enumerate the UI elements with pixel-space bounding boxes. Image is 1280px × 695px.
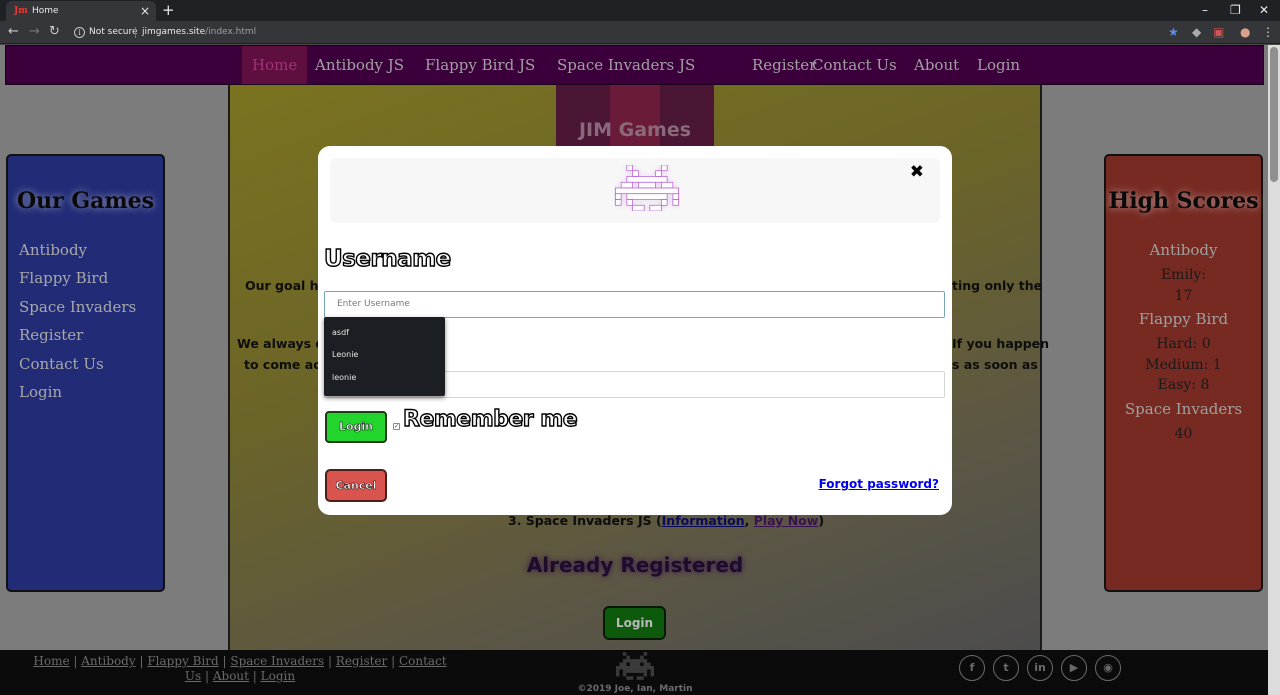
- facebook-icon[interactable]: f: [959, 655, 985, 681]
- site-logo: JIM Games: [556, 85, 714, 147]
- footer-link-register[interactable]: Register: [336, 654, 387, 668]
- nav-antibody-js[interactable]: Antibody JS: [305, 46, 414, 84]
- divider: [135, 27, 136, 38]
- our-games-sidebar: Our Games Antibody Flappy Bird Space Inv…: [6, 154, 165, 592]
- always-text-right: If you happen: [952, 336, 1050, 351]
- back-icon[interactable]: ←: [8, 24, 19, 40]
- new-tab-icon[interactable]: +: [162, 2, 175, 18]
- score-antibody-name: Emily:: [1160, 267, 1207, 283]
- security-status[interactable]: Not secure: [89, 26, 138, 38]
- main-navbar: Home Antibody JS Flappy Bird JS Space In…: [5, 45, 1264, 85]
- invaders-line-suffix: ): [818, 513, 825, 528]
- close-window-icon[interactable]: ✕: [1259, 2, 1269, 18]
- profile-avatar-icon[interactable]: ●: [1240, 25, 1250, 39]
- github-icon[interactable]: ◉: [1095, 655, 1121, 681]
- footer-link-space-invaders[interactable]: Space Invaders: [230, 654, 324, 668]
- sidebar-link-antibody[interactable]: Antibody: [19, 240, 87, 260]
- forward-icon[interactable]: →: [29, 24, 40, 40]
- autocomplete-option[interactable]: asdf: [332, 328, 349, 338]
- nav-flappy-bird-js[interactable]: Flappy Bird JS: [415, 46, 545, 84]
- logo-text: JIM Games: [578, 119, 692, 141]
- login-modal: ✖ Username Enter Username asdf Leonie le…: [318, 146, 952, 515]
- score-invaders-title: Space Invaders: [1124, 400, 1243, 418]
- nav-space-invaders-js[interactable]: Space Invaders JS: [547, 46, 705, 84]
- footer-link-antibody[interactable]: Antibody: [81, 654, 135, 668]
- minimize-icon[interactable]: –: [1202, 2, 1208, 18]
- autocomplete-dropdown: asdf Leonie leonie: [324, 317, 445, 396]
- sidebar-link-space-invaders[interactable]: Space Invaders: [19, 297, 136, 317]
- autocomplete-option[interactable]: Leonie: [332, 350, 358, 360]
- restore-icon[interactable]: ❐: [1230, 2, 1241, 18]
- sidebar-link-contact-us[interactable]: Contact Us: [19, 354, 104, 374]
- browser-toolbar: ← → ↻ i Not secure jimgames.site/index.h…: [0, 21, 1280, 44]
- invaders-information-link[interactable]: Information: [662, 513, 745, 528]
- nav-contact-us[interactable]: Contact Us: [802, 46, 907, 84]
- space-invader-logo-icon: [615, 165, 679, 211]
- reload-icon[interactable]: ↻: [49, 24, 60, 40]
- score-flappy-medium: Medium: 1: [1145, 357, 1222, 373]
- cancel-button[interactable]: Cancel: [325, 469, 387, 502]
- sidebar-link-login[interactable]: Login: [19, 382, 62, 402]
- forgot-password-link[interactable]: Forgot password?: [819, 477, 939, 491]
- twitter-icon[interactable]: t: [993, 655, 1019, 681]
- close-modal-icon[interactable]: ✖: [910, 162, 924, 182]
- remember-me-checkbox[interactable]: ✓: [393, 423, 400, 430]
- our-games-heading: Our Games: [16, 188, 155, 214]
- score-invaders-value: 40: [1174, 426, 1193, 442]
- page-scrollbar[interactable]: [1268, 45, 1280, 695]
- footer-link-login[interactable]: Login: [261, 669, 295, 683]
- autocomplete-option[interactable]: leonie: [332, 373, 356, 383]
- score-antibody-title: Antibody: [1149, 241, 1218, 259]
- score-flappy-hard: Hard: 0: [1156, 336, 1211, 352]
- nav-login[interactable]: Login: [967, 46, 1030, 84]
- invaders-play-now-link[interactable]: Play Now: [754, 513, 819, 528]
- footer-invader-icon: [616, 652, 654, 680]
- score-flappy-easy: Easy: 8: [1157, 377, 1210, 393]
- extension-icon-2[interactable]: ▣: [1213, 25, 1224, 39]
- nav-home[interactable]: Home: [242, 46, 308, 84]
- extension-icon[interactable]: ◆: [1192, 25, 1201, 39]
- footer-link-flappy-bird[interactable]: Flappy Bird: [147, 654, 218, 668]
- invaders-comma: ,: [744, 513, 754, 528]
- youtube-icon[interactable]: ▶: [1061, 655, 1087, 681]
- url-path: /index.html: [205, 27, 257, 37]
- goal-text-right: ting only the: [952, 278, 1043, 293]
- modal-header: ✖: [330, 158, 940, 223]
- menu-dots-icon[interactable]: ⋮: [1262, 25, 1274, 39]
- already-registered-heading: Already Registered: [526, 553, 744, 577]
- scrollbar-thumb[interactable]: [1270, 47, 1278, 182]
- url-host: jimgames.site: [142, 27, 206, 37]
- high-scores-sidebar: High Scores Antibody Emily: 17 Flappy Bi…: [1104, 154, 1263, 592]
- score-antibody-value: 17: [1174, 288, 1193, 304]
- browser-tabstrip: Jm Home × + – ❐ ✕: [0, 0, 1280, 21]
- address-field[interactable]: jimgames.site/index.html: [142, 26, 256, 38]
- page-login-button[interactable]: Login: [603, 606, 666, 640]
- copyright-text: ©2019 Joe, Ian, Martin: [577, 684, 693, 694]
- footer-link-home[interactable]: Home: [33, 654, 69, 668]
- high-scores-heading: High Scores: [1108, 188, 1259, 214]
- sidebar-link-register[interactable]: Register: [19, 325, 83, 345]
- browser-tab[interactable]: Jm Home ×: [6, 1, 156, 21]
- invaders-line-prefix: 3. Space Invaders JS (: [508, 513, 662, 528]
- linkedin-icon[interactable]: in: [1027, 655, 1053, 681]
- info-icon[interactable]: i: [74, 27, 85, 38]
- bookmark-star-icon[interactable]: ★: [1168, 25, 1179, 39]
- come-text-right: s as soon as: [952, 357, 1038, 372]
- nav-about[interactable]: About: [904, 46, 969, 84]
- username-label: Username: [323, 245, 452, 272]
- remember-me-label[interactable]: Remember me: [402, 406, 578, 432]
- tab-close-icon[interactable]: ×: [140, 4, 150, 18]
- username-input[interactable]: Enter Username: [324, 291, 945, 318]
- sidebar-link-flappy-bird[interactable]: Flappy Bird: [19, 268, 108, 288]
- footer-link-about[interactable]: About: [213, 669, 249, 683]
- modal-login-button[interactable]: Login: [325, 411, 387, 443]
- score-flappy-title: Flappy Bird: [1138, 310, 1229, 328]
- tab-title: Home: [32, 6, 59, 16]
- site-footer: Home | Antibody | Flappy Bird | Space In…: [0, 650, 1268, 695]
- footer-links: Home | Antibody | Flappy Bird | Space In…: [33, 654, 447, 683]
- site-favicon-icon: Jm: [14, 6, 28, 16]
